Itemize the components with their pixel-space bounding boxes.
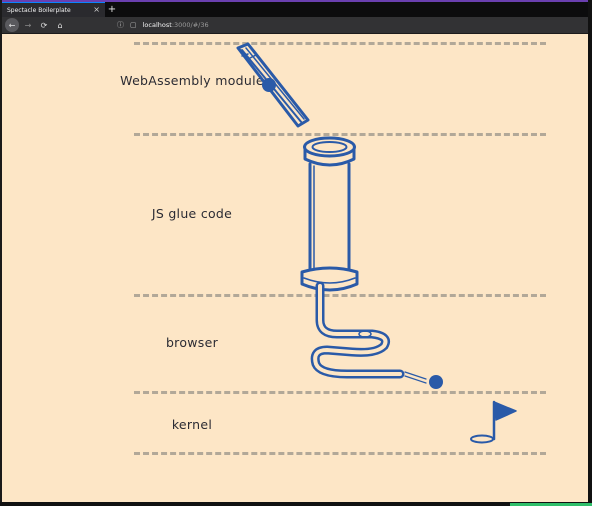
coil-pipe-icon <box>310 281 405 379</box>
navigation-bar: ← → ⟳ ⌂ ⓘ ▢ localhost:3000/#/36 <box>2 17 588 34</box>
new-tab-button[interactable]: + <box>105 2 119 17</box>
tab-strip: Spectacle Boilerplate × + <box>2 2 588 17</box>
window-bottom-edge <box>0 502 592 506</box>
home-button[interactable]: ⌂ <box>53 18 67 32</box>
info-icon[interactable]: ⓘ <box>117 20 124 30</box>
url-host: localhost <box>142 21 172 29</box>
golf-hole-flag-icon <box>470 400 517 444</box>
tab-spectacle-boilerplate[interactable]: Spectacle Boilerplate × <box>2 2 105 17</box>
window-right-edge <box>588 0 592 506</box>
back-button[interactable]: ← <box>5 18 19 32</box>
ball-icon <box>429 375 443 389</box>
reload-button[interactable]: ⟳ <box>37 18 51 32</box>
tab-title: Spectacle Boilerplate <box>7 6 71 14</box>
url-path: :3000/#/36 <box>171 21 209 29</box>
page-icon: ▢ <box>130 21 137 29</box>
pipeline-illustration <box>236 42 517 444</box>
url-text[interactable]: localhost:3000/#/36 <box>143 21 209 29</box>
cylinder-pipe-icon <box>300 136 359 292</box>
slide: WebAssembly module JS glue code browser … <box>2 34 588 502</box>
close-icon[interactable]: × <box>93 6 100 14</box>
forward-button[interactable]: → <box>21 18 35 32</box>
url-bar[interactable]: ⓘ ▢ localhost:3000/#/36 <box>117 18 209 32</box>
ball-icon <box>262 78 276 92</box>
